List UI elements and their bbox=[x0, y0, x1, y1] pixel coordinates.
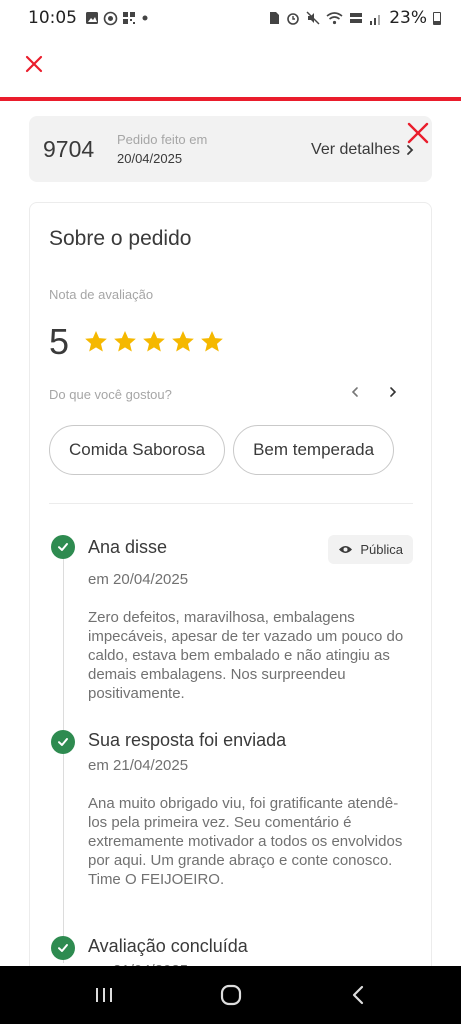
battery-icon bbox=[433, 11, 441, 25]
liked-label: Do que você gostou? bbox=[49, 387, 172, 402]
rating-row: 5 bbox=[49, 321, 225, 363]
status-right-icons: 23% bbox=[269, 8, 441, 28]
star-icon bbox=[143, 330, 165, 352]
sim-icon bbox=[270, 12, 280, 24]
timeline-title: Sua resposta foi enviada bbox=[88, 730, 287, 750]
wifi-icon bbox=[326, 11, 343, 24]
chip-bem-temperada[interactable]: Bem temperada bbox=[233, 425, 395, 475]
header-divider bbox=[0, 97, 461, 101]
view-details-link[interactable]: Ver detalhes bbox=[311, 141, 414, 159]
check-circle-icon bbox=[51, 936, 75, 960]
chips-prev-button[interactable] bbox=[346, 381, 364, 403]
visibility-badge: Pública bbox=[328, 535, 413, 564]
check-circle-icon bbox=[51, 535, 75, 559]
section-divider bbox=[49, 503, 413, 504]
back-icon bbox=[352, 985, 363, 1005]
order-meta: Pedido feito em 20/04/2025 bbox=[117, 132, 207, 166]
whatsapp-icon bbox=[103, 11, 118, 25]
order-summary: 9704 Pedido feito em 20/04/2025 Ver deta… bbox=[29, 116, 432, 182]
battery-percent: 23% bbox=[389, 8, 427, 28]
liked-chips: Comida Saborosa Bem temperada bbox=[49, 425, 413, 477]
star-icon bbox=[201, 330, 223, 352]
order-date: 20/04/2025 bbox=[117, 151, 183, 166]
timeline-date: em 21/04/2025 bbox=[88, 757, 189, 774]
close-icon bbox=[407, 122, 429, 144]
reply-text: Ana muito obrigado viu, foi gratificante… bbox=[88, 795, 403, 888]
top-app-bar bbox=[0, 36, 461, 100]
rating-label: Nota de avaliação bbox=[49, 287, 154, 302]
close-button[interactable] bbox=[20, 50, 48, 78]
status-time: 10:05 bbox=[28, 8, 77, 28]
visibility-badge-label: Pública bbox=[360, 542, 403, 557]
star-icon bbox=[172, 330, 194, 352]
home-button[interactable] bbox=[211, 975, 251, 1015]
overlay-close-button[interactable] bbox=[404, 119, 432, 147]
status-left-icons bbox=[85, 11, 150, 26]
review-card: Sobre o pedido Nota de avaliação 5 Do qu… bbox=[29, 202, 432, 1002]
order-date-label: Pedido feito em bbox=[117, 132, 208, 147]
close-icon bbox=[25, 55, 43, 73]
timeline-title: Ana disse bbox=[88, 537, 168, 557]
status-bar: 10:05 23% bbox=[0, 0, 461, 36]
rating-value: 5 bbox=[49, 321, 70, 362]
timeline-date: em 20/04/2025 bbox=[88, 571, 189, 588]
recents-button[interactable] bbox=[84, 975, 124, 1015]
back-button[interactable] bbox=[338, 975, 378, 1015]
eye-icon bbox=[339, 546, 353, 553]
chevron-left-icon bbox=[351, 387, 358, 397]
review-text: Zero defeitos, maravilhosa, embalagens i… bbox=[88, 609, 404, 702]
star-rating bbox=[83, 329, 225, 355]
signal-icon bbox=[370, 14, 381, 25]
chip-comida-saborosa[interactable]: Comida Saborosa bbox=[49, 425, 226, 475]
gallery-icon bbox=[86, 12, 98, 24]
view-details-label: Ver detalhes bbox=[311, 141, 400, 158]
home-icon bbox=[220, 984, 241, 1006]
qr-icon bbox=[123, 12, 135, 24]
card-title: Sobre o pedido bbox=[49, 227, 192, 250]
chevron-right-icon bbox=[390, 387, 397, 397]
volte-icon bbox=[350, 13, 363, 23]
chips-next-button[interactable] bbox=[384, 381, 402, 403]
recents-icon bbox=[95, 988, 112, 1002]
dot-icon bbox=[142, 15, 148, 21]
star-icon bbox=[85, 330, 107, 352]
order-number: 9704 bbox=[43, 135, 95, 162]
alarm-icon bbox=[287, 13, 300, 25]
star-icon bbox=[114, 330, 136, 352]
timeline-title: Avaliação concluída bbox=[88, 936, 248, 956]
check-circle-icon bbox=[51, 730, 75, 754]
timeline-line bbox=[63, 553, 64, 963]
system-nav-bar bbox=[0, 966, 461, 1024]
mute-icon bbox=[306, 11, 320, 25]
